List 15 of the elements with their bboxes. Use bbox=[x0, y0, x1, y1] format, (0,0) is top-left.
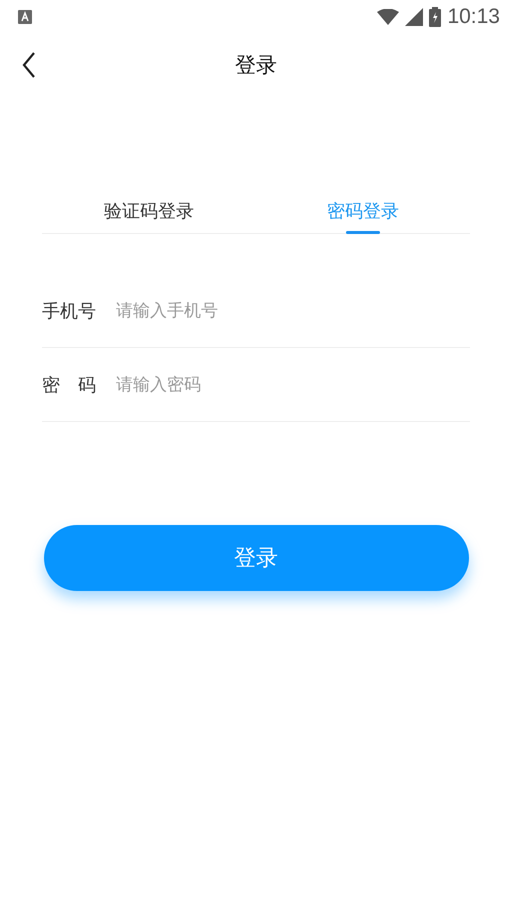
signal-icon bbox=[405, 8, 424, 26]
login-button[interactable]: 登录 bbox=[44, 525, 468, 591]
login-tab[interactable]: 密码登录 bbox=[256, 184, 470, 233]
tab-indicator bbox=[346, 231, 380, 234]
input-field[interactable]: 请输入密码 bbox=[116, 374, 470, 394]
field-label: 手机号 bbox=[42, 300, 97, 322]
login-tab[interactable]: 验证码登录 bbox=[42, 184, 256, 233]
page-title: 登录 bbox=[235, 52, 277, 79]
back-icon[interactable] bbox=[22, 52, 36, 78]
clock-time: 10:13 bbox=[447, 5, 500, 29]
battery-icon bbox=[429, 7, 442, 27]
input-field[interactable]: 请输入手机号 bbox=[116, 300, 470, 320]
field-label: 密 码 bbox=[42, 374, 97, 396]
wifi-icon bbox=[377, 9, 400, 25]
keyboard-icon bbox=[18, 10, 32, 24]
